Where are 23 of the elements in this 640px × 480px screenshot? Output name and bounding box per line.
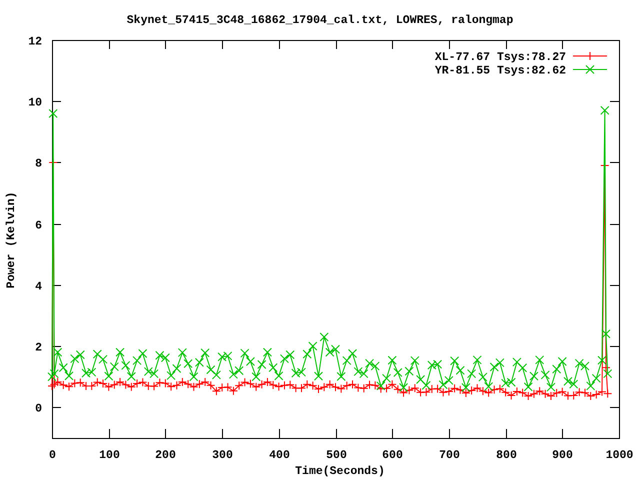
legend-label: XL-77.67 Tsys:78.27 [434, 51, 566, 64]
tick-label: 900 [552, 449, 573, 462]
tick-label: 800 [496, 449, 517, 462]
tick-label: 2 [35, 342, 42, 354]
tick-label: 700 [439, 449, 460, 462]
axis-title: Time(Seconds) [295, 465, 385, 478]
tick-label: 400 [269, 449, 290, 462]
chart-title: Skynet_57415_3C48_16862_17904_cal.txt, LOWRES, ralongmap [126, 14, 514, 27]
tick-label: 12 [28, 36, 42, 48]
tick-label: 100 [99, 449, 120, 462]
tick-label: 6 [35, 220, 42, 232]
tick-label: 0 [49, 449, 56, 462]
tick-label: 200 [155, 449, 176, 462]
tick-label: 500 [326, 449, 347, 462]
tick-label: 4 [35, 280, 42, 294]
tick-label: 600 [382, 449, 403, 462]
axis-title: Power (Kelvin) [5, 192, 18, 288]
tick-label: 10 [28, 96, 42, 110]
tick-label: 300 [212, 449, 233, 462]
tick-label: 0 [35, 402, 42, 416]
tick-label: 8 [35, 158, 42, 170]
legend-label: YR-81.55 Tsys:82.62 [434, 64, 566, 78]
tick-label: 1000 [606, 449, 634, 462]
